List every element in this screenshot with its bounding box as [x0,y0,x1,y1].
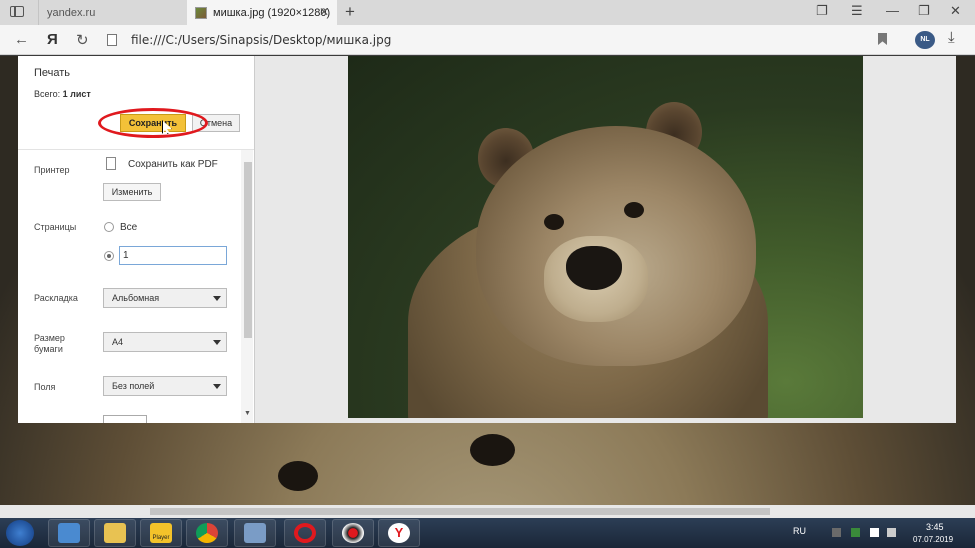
back-icon[interactable]: ← [14,31,29,48]
paper-size-select[interactable]: A4 [103,332,227,352]
page-viewport: Печать Всего: 1 лист Сохранить Отмена Пр… [0,56,975,518]
flag-icon[interactable] [870,528,879,537]
yandex-icon: Y [388,523,410,543]
taskbar-computer[interactable] [48,519,90,547]
tray-app-icon[interactable] [832,528,841,537]
margins-select[interactable]: Без полей [103,376,227,396]
reload-icon[interactable]: ↻ [76,31,89,49]
download-icon[interactable]: ⤓ [948,29,955,46]
opera-icon [294,523,316,543]
taskbar-player[interactable]: Player [140,519,182,547]
yandex-button[interactable]: Я [47,31,58,48]
pages-all-radio[interactable] [104,222,114,232]
highlight-ring [98,108,208,138]
clock-date[interactable]: 07.07.2019 [913,535,953,544]
address-bar: ← Я ↻ file:///C:/Users/Sinapsis/Desktop/… [0,25,975,55]
file-icon [107,34,117,46]
tabs-overview-icon[interactable] [10,6,24,17]
document-icon [106,157,116,170]
folder-icon [104,523,126,543]
taskbar-network[interactable] [234,519,276,547]
computer-icon [58,523,80,543]
paper-size-label: Размер бумаги [34,333,65,354]
chevron-down-icon [213,296,221,301]
image-favicon-icon [195,6,207,19]
taskbar-chrome[interactable] [186,519,228,547]
printer-value: Сохранить как PDF [128,159,218,170]
horizontal-scroll-thumb[interactable] [150,508,770,515]
pages-all-label: Все [120,222,138,233]
taskbar-recorder[interactable] [332,519,374,547]
pages-label: Страницы [34,222,77,232]
horizontal-scrollbar[interactable] [0,505,975,518]
scale-field[interactable] [103,415,147,423]
change-printer-button[interactable]: Изменить [103,183,161,201]
bookmark-manager-icon[interactable]: ❐ [816,3,828,19]
network-icon [244,523,266,543]
bear-eye [624,202,644,218]
pages-custom-radio[interactable] [104,251,114,261]
margins-label: Поля [34,382,56,392]
print-settings-panel: Печать Всего: 1 лист Сохранить Отмена Пр… [18,56,255,423]
tab-label: мишка.jpg (1920×1280) [213,6,331,19]
background-eye [470,434,515,466]
player-icon: Player [150,523,172,543]
extension-icon[interactable]: NL [915,31,935,49]
menu-icon[interactable]: ☰ [851,3,863,19]
layout-label: Раскладка [34,293,78,303]
record-icon [342,523,364,543]
taskbar-explorer[interactable] [94,519,136,547]
close-window-icon[interactable]: ✕ [950,3,961,19]
start-button[interactable] [6,520,34,546]
taskbar-yandex[interactable]: Y [378,519,420,547]
new-tab-icon[interactable]: + [345,2,355,22]
restore-icon[interactable]: ❐ [918,3,930,19]
print-title: Печать [34,67,71,79]
tab-image[interactable]: мишка.jpg (1920×1280) ✕ [187,0,337,25]
layout-select[interactable]: Альбомная [103,288,227,308]
print-preview-image [348,56,863,418]
divider [18,149,254,150]
language-indicator[interactable]: RU [793,526,806,536]
url-field[interactable]: file:///C:/Users/Sinapsis/Desktop/мишка.… [107,29,897,51]
tab-label: yandex.ru [47,6,96,19]
clock-time[interactable]: 3:45 [926,522,944,532]
tray-network-icon[interactable] [851,528,860,537]
page-total: Всего: 1 лист [34,89,91,99]
bear-eye [544,214,564,230]
chevron-down-icon [213,384,221,389]
pages-input[interactable]: 1 [119,246,227,265]
taskbar-opera[interactable] [284,519,326,547]
background-eye [278,461,318,491]
minimize-icon[interactable]: — [886,3,899,18]
volume-icon[interactable] [887,528,896,537]
url-text: file:///C:/Users/Sinapsis/Desktop/мишка.… [131,33,392,47]
scroll-down-icon[interactable]: ▼ [244,410,251,417]
chevron-down-icon [213,340,221,345]
chrome-icon [196,523,218,543]
taskbar: Player Y RU 3:45 07.07.2019 [0,518,975,548]
panel-scroll-thumb[interactable] [244,162,252,338]
tab-yandex[interactable]: yandex.ru [38,0,186,25]
bear-nose [566,246,622,290]
close-tab-icon[interactable]: ✕ [319,5,329,19]
tab-strip: yandex.ru мишка.jpg (1920×1280) ✕ + ❐ ☰ … [0,0,975,25]
printer-label: Принтер [34,165,70,175]
